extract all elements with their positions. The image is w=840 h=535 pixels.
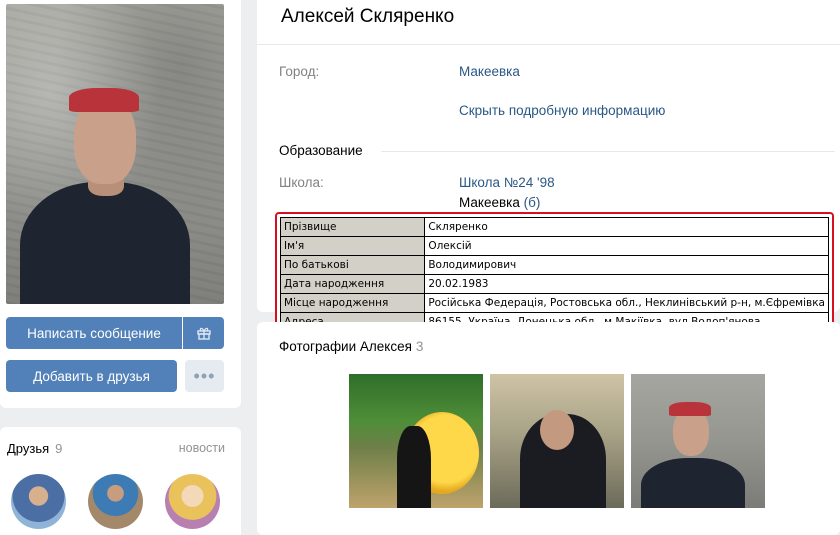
friend-avatar[interactable]	[88, 474, 143, 529]
photo-thumbnail[interactable]	[631, 374, 765, 508]
photo-person-head	[540, 410, 574, 450]
friend-avatar[interactable]	[165, 474, 220, 529]
gift-button[interactable]	[183, 317, 224, 349]
photos-card: Фотографии Алексея 3	[257, 322, 840, 535]
photo-thumbnail[interactable]	[349, 374, 483, 508]
table-row: Прізвище Скляренко	[279, 217, 829, 237]
school-label: Школа:	[279, 175, 324, 190]
table-row: Місце народження Російська Федерація, Ро…	[279, 293, 829, 313]
highlighted-info-table: Прізвище Скляренко Ім'я Олексій По батьк…	[275, 212, 834, 334]
table-value: Володимирович	[424, 255, 829, 275]
photos-header[interactable]: Фотографии Алексея 3	[279, 339, 423, 354]
gift-icon	[196, 327, 211, 340]
education-section-title: Образование	[279, 143, 363, 158]
add-friend-button[interactable]: Добавить в друзья	[6, 360, 177, 392]
friends-count: 9	[55, 441, 63, 456]
profile-avatar[interactable]	[6, 4, 224, 304]
table-row: Ім'я Олексій	[279, 236, 829, 256]
table-key: Дата народження	[279, 274, 426, 294]
personal-data-table: Прізвище Скляренко Ім'я Олексій По батьк…	[279, 217, 829, 332]
profile-name: Алексей Скляренко	[281, 6, 455, 27]
city-link[interactable]: Макеевка	[459, 64, 520, 79]
photo-person	[397, 426, 431, 508]
photo-bandana	[669, 402, 711, 416]
table-value: Скляренко	[424, 217, 829, 237]
table-value: Олексій	[424, 236, 829, 256]
city-label: Город:	[279, 64, 320, 79]
profile-left-card: Написать сообщение Добавить в друзья •••	[0, 0, 241, 408]
school-link[interactable]: Школа №24 '98	[459, 175, 555, 190]
toggle-details-link[interactable]: Скрыть подробную информацию	[459, 103, 665, 118]
table-key: Прізвище	[279, 217, 426, 237]
table-value: Російська Федерація, Ростовська обл., Не…	[424, 293, 829, 313]
photo-person	[641, 458, 745, 508]
school-city-name: Макеевка	[459, 195, 520, 210]
friends-news-link[interactable]: новости	[179, 441, 225, 455]
divider	[257, 44, 840, 45]
photo-thumbnail[interactable]	[490, 374, 624, 508]
section-divider	[381, 151, 835, 152]
table-key: По батькові	[279, 255, 426, 275]
photos-count: 3	[415, 339, 424, 354]
send-message-button[interactable]: Написать сообщение	[6, 317, 182, 349]
friends-card: Друзья 9 новости	[0, 427, 241, 535]
friends-title: Друзья	[7, 441, 50, 456]
table-row: По батькові Володимирович	[279, 255, 829, 275]
table-row: Дата народження 20.02.1983	[279, 274, 829, 294]
school-city-extra[interactable]: (б)	[524, 195, 541, 210]
avatar-body	[20, 182, 190, 304]
friends-header[interactable]: Друзья 9	[7, 441, 62, 456]
avatar-bandana	[69, 88, 139, 112]
friend-avatar[interactable]	[11, 474, 66, 529]
table-key: Місце народження	[279, 293, 426, 313]
table-key: Ім'я	[279, 236, 426, 256]
table-value: 20.02.1983	[424, 274, 829, 294]
more-actions-button[interactable]: •••	[185, 360, 224, 392]
photos-title: Фотографии Алексея	[279, 339, 412, 354]
school-city: Макеевка (б)	[459, 195, 540, 210]
